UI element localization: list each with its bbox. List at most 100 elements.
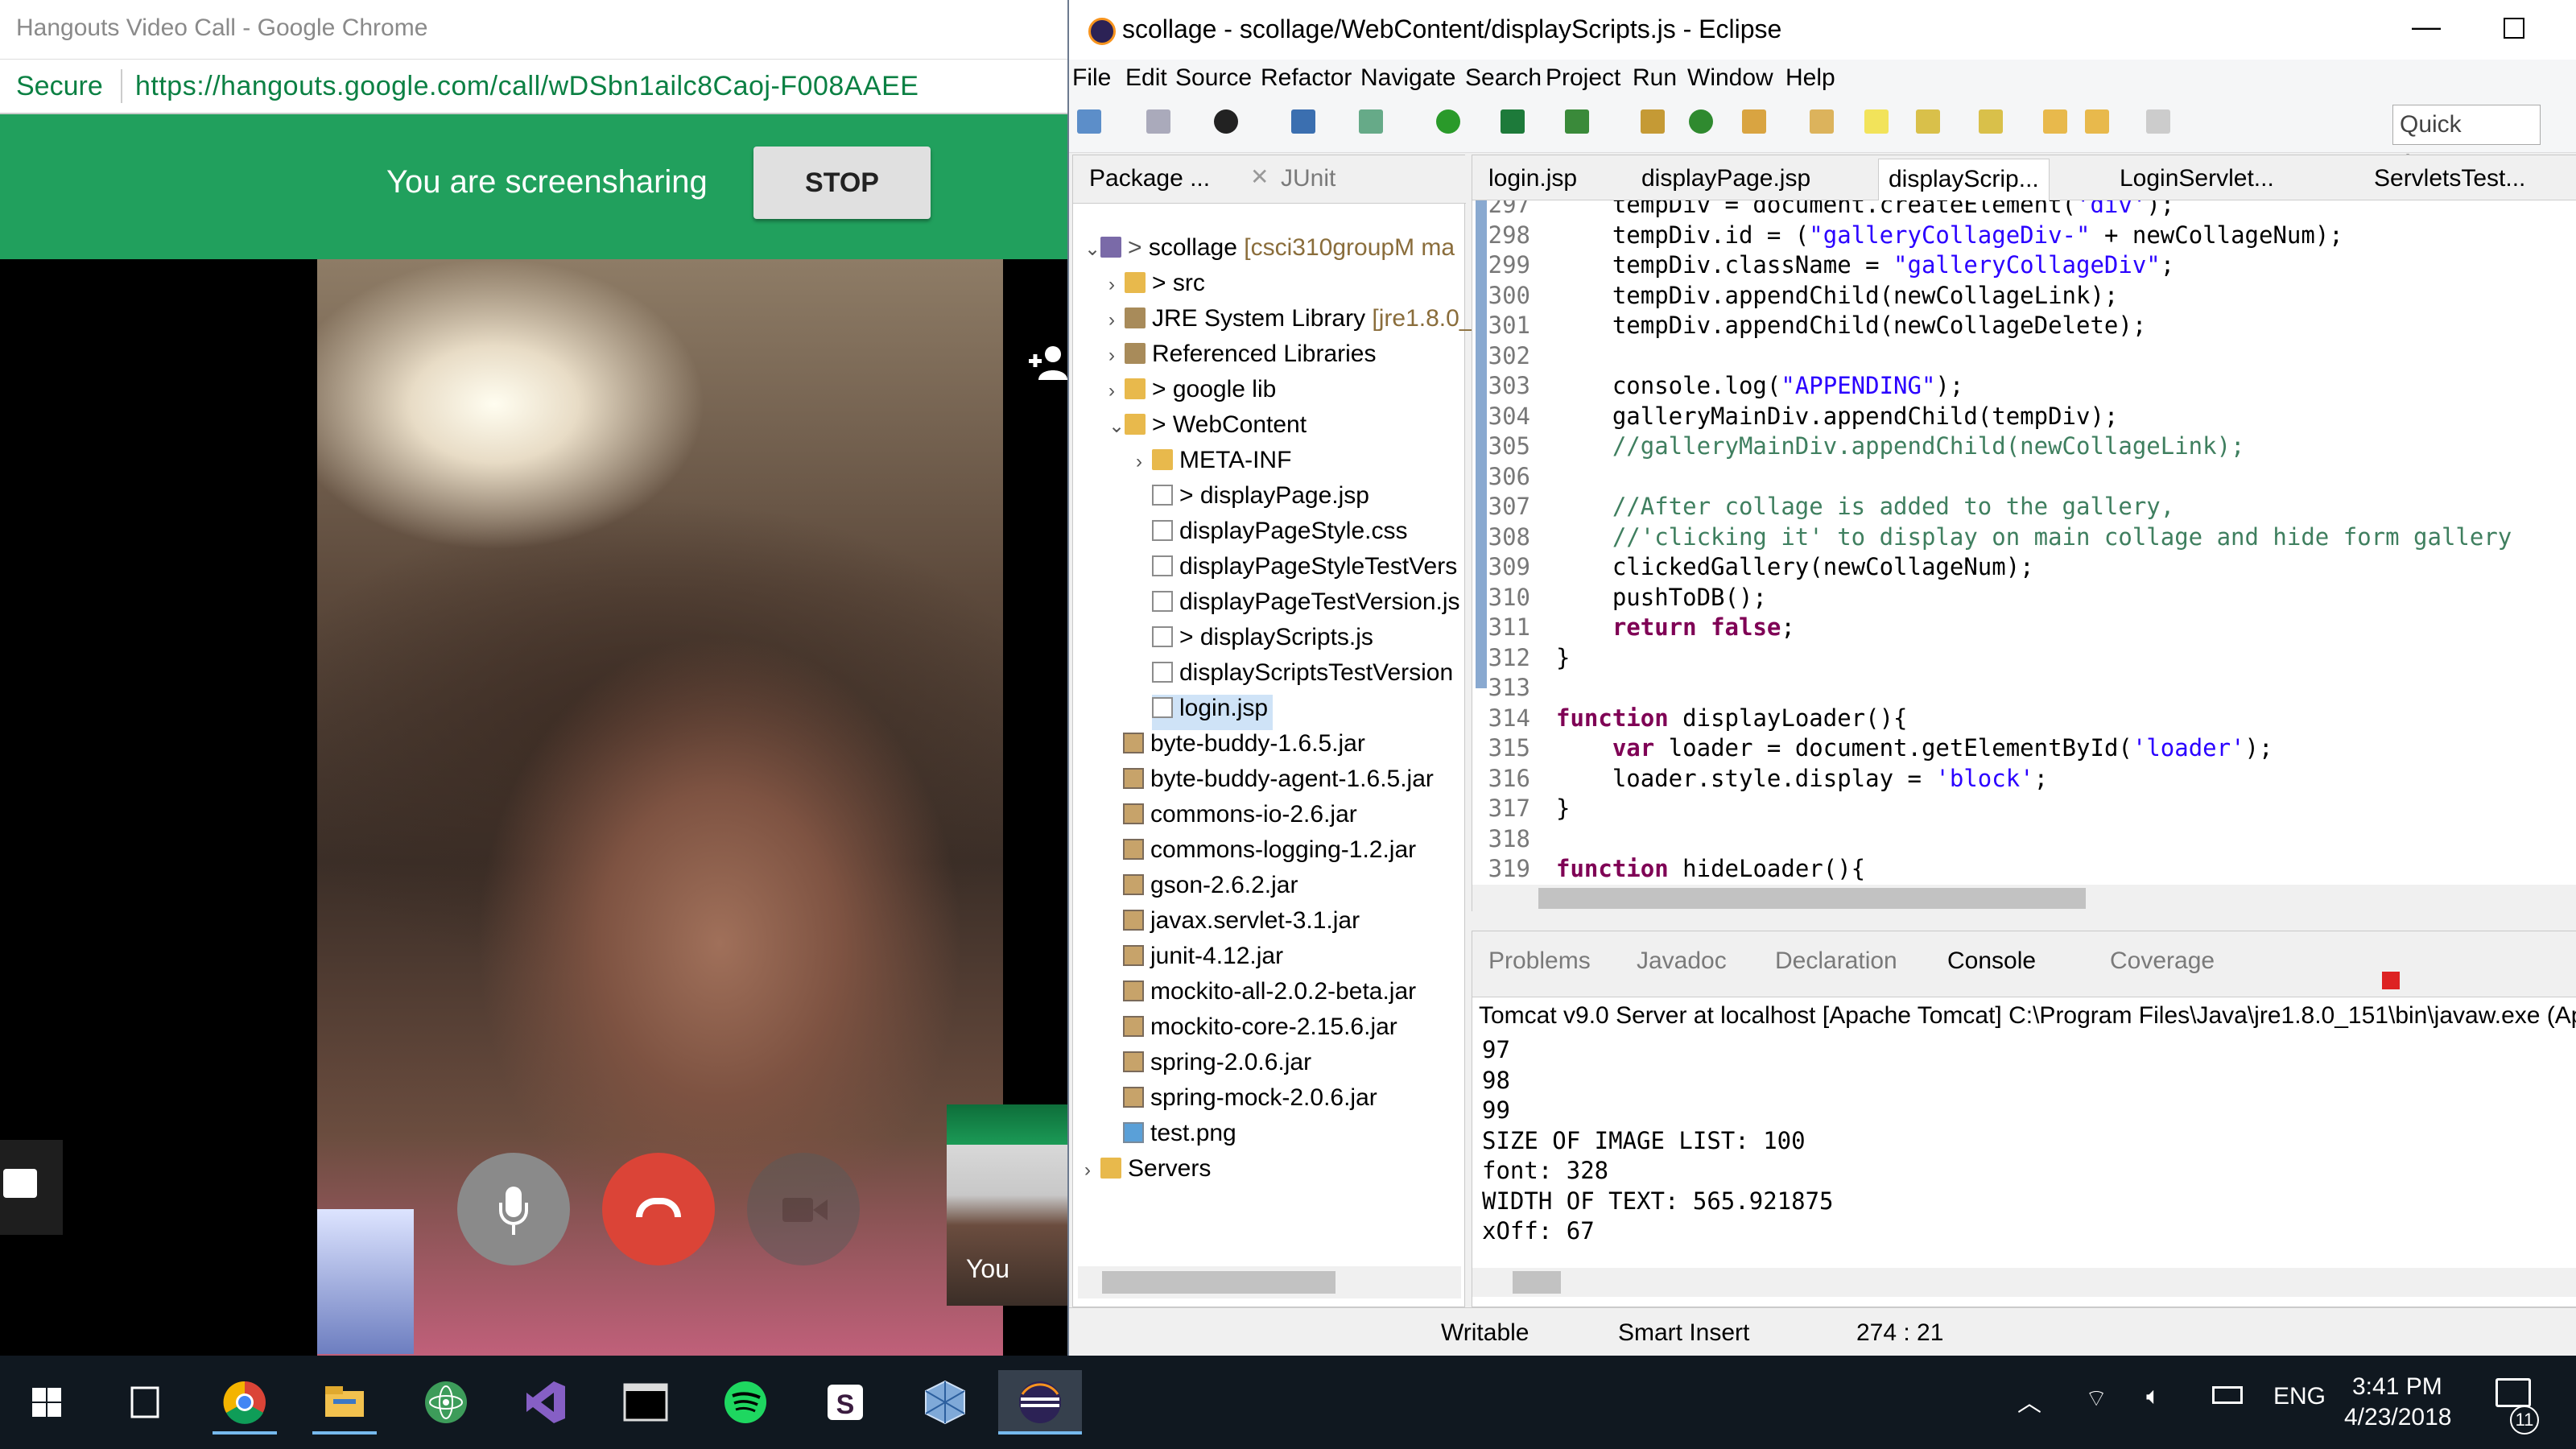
forward-icon[interactable] [2146, 109, 2170, 134]
code-line[interactable]: 300 tempDiv.appendChild(newCollageLink); [1472, 280, 2119, 311]
tab-servletstest[interactable]: ServletsTest... [2374, 165, 2525, 192]
tab-displayscripts-js[interactable]: displayScrip... [1878, 159, 2050, 200]
menu-run[interactable]: Run [1633, 64, 1677, 92]
url-text[interactable]: https://hangouts.google.com/call/wDSbn1a… [135, 71, 919, 102]
notification-icon[interactable] [2496, 1378, 2531, 1407]
add-person-icon[interactable] [1027, 341, 1067, 385]
tab-problems[interactable]: Problems [1488, 947, 1591, 975]
slack-icon[interactable]: S [813, 1370, 877, 1435]
tree-item-jar[interactable]: spring-mock-2.0.6.jar [1123, 1084, 1377, 1120]
code-line[interactable]: 310 pushToDB(); [1472, 582, 1767, 613]
tree-item-project[interactable]: ⌄ > scollage [csci310groupM ma [1084, 234, 1455, 270]
tree-item-webcontent[interactable]: ⌄ > WebContent [1108, 411, 1307, 447]
minimize-icon[interactable]: — [2412, 10, 2441, 43]
new-class-icon[interactable] [1641, 109, 1665, 134]
code-line[interactable]: 307 //After collage is added to the gall… [1472, 491, 2175, 522]
debug-icon[interactable] [1359, 109, 1383, 134]
menu-navigate[interactable]: Navigate [1360, 64, 1455, 92]
clock-date[interactable]: 4/23/2018 [2344, 1404, 2451, 1431]
camera-button[interactable] [747, 1153, 860, 1265]
file-explorer-icon[interactable] [312, 1370, 377, 1435]
chevron-up-icon[interactable]: ︿ [2017, 1383, 2041, 1418]
terminate-icon[interactable] [2382, 972, 2400, 989]
previous-annotation-icon[interactable] [1979, 109, 2003, 134]
search-icon[interactable] [1810, 109, 1834, 134]
menu-edit[interactable]: Edit [1125, 64, 1167, 92]
tree-item-jar[interactable]: mockito-core-2.15.6.jar [1123, 1013, 1397, 1049]
run-icon[interactable] [1436, 109, 1460, 134]
code-line[interactable]: 302 [1472, 341, 1556, 371]
new-icon[interactable] [1077, 109, 1101, 134]
tab-displaypage-jsp[interactable]: displayPage.jsp [1641, 165, 1810, 192]
tree-item-jre[interactable]: › JRE System Library [jre1.8.0_ [1108, 305, 1473, 341]
chrome-title-bar[interactable]: Hangouts Video Call - Google Chrome [0, 0, 1067, 60]
tree-item-displayscripts-js[interactable]: > displayScripts.js [1152, 624, 1373, 659]
next-annotation-icon[interactable] [1916, 109, 1940, 134]
address-bar[interactable]: Secure https://hangouts.google.com/call/… [0, 60, 1067, 114]
menu-window[interactable]: Window [1687, 64, 1773, 92]
code-line[interactable]: 311 return false; [1472, 612, 1795, 642]
code-line[interactable]: 297 tempDiv = document.createElement('di… [1472, 200, 2175, 220]
quick-access-field[interactable]: Quick Access [2392, 105, 2541, 176]
eclipse-icon[interactable] [998, 1370, 1082, 1435]
menu-refactor[interactable]: Refactor [1261, 64, 1352, 92]
spotify-icon[interactable] [713, 1370, 778, 1435]
tree-item-jar[interactable]: byte-buddy-1.6.5.jar [1123, 730, 1365, 766]
terminal-icon[interactable] [1291, 109, 1315, 134]
code-line[interactable]: 312} [1472, 642, 1571, 673]
menu-project[interactable]: Project [1546, 64, 1620, 92]
explorer-horizontal-scrollbar[interactable] [1078, 1266, 1461, 1298]
tree-item-jar[interactable]: gson-2.6.2.jar [1123, 872, 1298, 907]
secure-label[interactable]: Secure [16, 71, 103, 102]
battery-icon[interactable] [2212, 1386, 2243, 1404]
self-view-thumbnail[interactable]: You [947, 1104, 1067, 1306]
mark-occurrences-icon[interactable] [1864, 109, 1889, 134]
code-line[interactable]: 319 function hideLoader(){ [1472, 853, 1866, 884]
tree-item-displaypagestyletest[interactable]: displayPageStyleTestVers [1152, 553, 1457, 588]
wifi-icon[interactable]: ⌔ [2085, 1383, 2107, 1414]
tab-console[interactable]: Console [1947, 947, 2036, 975]
code-line[interactable]: 317} [1472, 793, 1571, 824]
tab-loginservlet[interactable]: LoginServlet... [2120, 165, 2274, 192]
tree-item-jar[interactable]: commons-io-2.6.jar [1123, 801, 1357, 836]
code-area[interactable]: 297 tempDiv = document.createElement('di… [1472, 200, 2576, 885]
tree-item-displaypagetestversion[interactable]: displayPageTestVersion.js [1152, 588, 1460, 624]
eclipse-title-bar[interactable]: scollage - scollage/WebContent/displaySc… [1069, 0, 2576, 60]
tab-javadoc[interactable]: Javadoc [1637, 947, 1727, 975]
code-line[interactable]: 313 [1472, 672, 1556, 703]
save-icon[interactable] [1146, 109, 1170, 134]
tree-item-jar[interactable]: javax.servlet-3.1.jar [1123, 907, 1360, 943]
menu-file[interactable]: File [1072, 64, 1111, 92]
tab-package-explorer[interactable]: Package ... [1089, 165, 1210, 192]
chat-icon[interactable] [0, 1140, 63, 1235]
clock-time[interactable]: 3:41 PM [2352, 1373, 2442, 1401]
code-line[interactable]: 309 clickedGallery(newCollageNum); [1472, 551, 2034, 582]
refresh-icon[interactable] [1689, 109, 1713, 134]
maximize-icon[interactable] [2504, 18, 2524, 39]
code-line[interactable]: 304 galleryMainDiv.appendChild(tempDiv); [1472, 401, 2119, 431]
code-line[interactable]: 306 [1472, 461, 1556, 492]
code-line[interactable]: 298 tempDiv.id = ("galleryCollageDiv-" +… [1472, 220, 2343, 250]
code-line[interactable]: 305 //galleryMainDiv.appendChild(newColl… [1472, 431, 2245, 461]
external-tools-icon[interactable] [1565, 109, 1589, 134]
code-line[interactable]: 299 tempDiv.className = "galleryCollageD… [1472, 250, 2175, 280]
stop-sharing-button[interactable]: STOP [753, 147, 931, 219]
code-line[interactable]: 314 function displayLoader(){ [1472, 703, 1908, 733]
last-edit-icon[interactable] [2043, 109, 2067, 134]
tree-item-jar[interactable]: commons-logging-1.2.jar [1123, 836, 1416, 872]
volume-icon[interactable]: 🔈︎ [2146, 1383, 2161, 1410]
code-line[interactable]: 301 tempDiv.appendChild(newCollageDelete… [1472, 310, 2147, 341]
tree-item-displaypagestyle-css[interactable]: displayPageStyle.css [1152, 518, 1407, 553]
editor-horizontal-scrollbar[interactable] [1472, 885, 2576, 912]
code-line[interactable]: 318 [1472, 824, 1556, 854]
menu-search[interactable]: Search [1465, 64, 1542, 92]
menu-help[interactable]: Help [1785, 64, 1835, 92]
tree-item-displayscriptstest[interactable]: displayScriptsTestVersion [1152, 659, 1453, 695]
terminal-icon[interactable] [613, 1370, 678, 1435]
atom-icon[interactable] [414, 1370, 478, 1435]
tree-item-jar[interactable]: mockito-all-2.0.2-beta.jar [1123, 978, 1416, 1013]
code-line[interactable]: 303 console.log("APPENDING"); [1472, 370, 1964, 401]
chrome-icon[interactable] [213, 1370, 277, 1435]
tree-item-jar[interactable]: spring-2.0.6.jar [1123, 1049, 1311, 1084]
code-line[interactable]: 315 var loader = document.getElementById… [1472, 733, 2273, 763]
